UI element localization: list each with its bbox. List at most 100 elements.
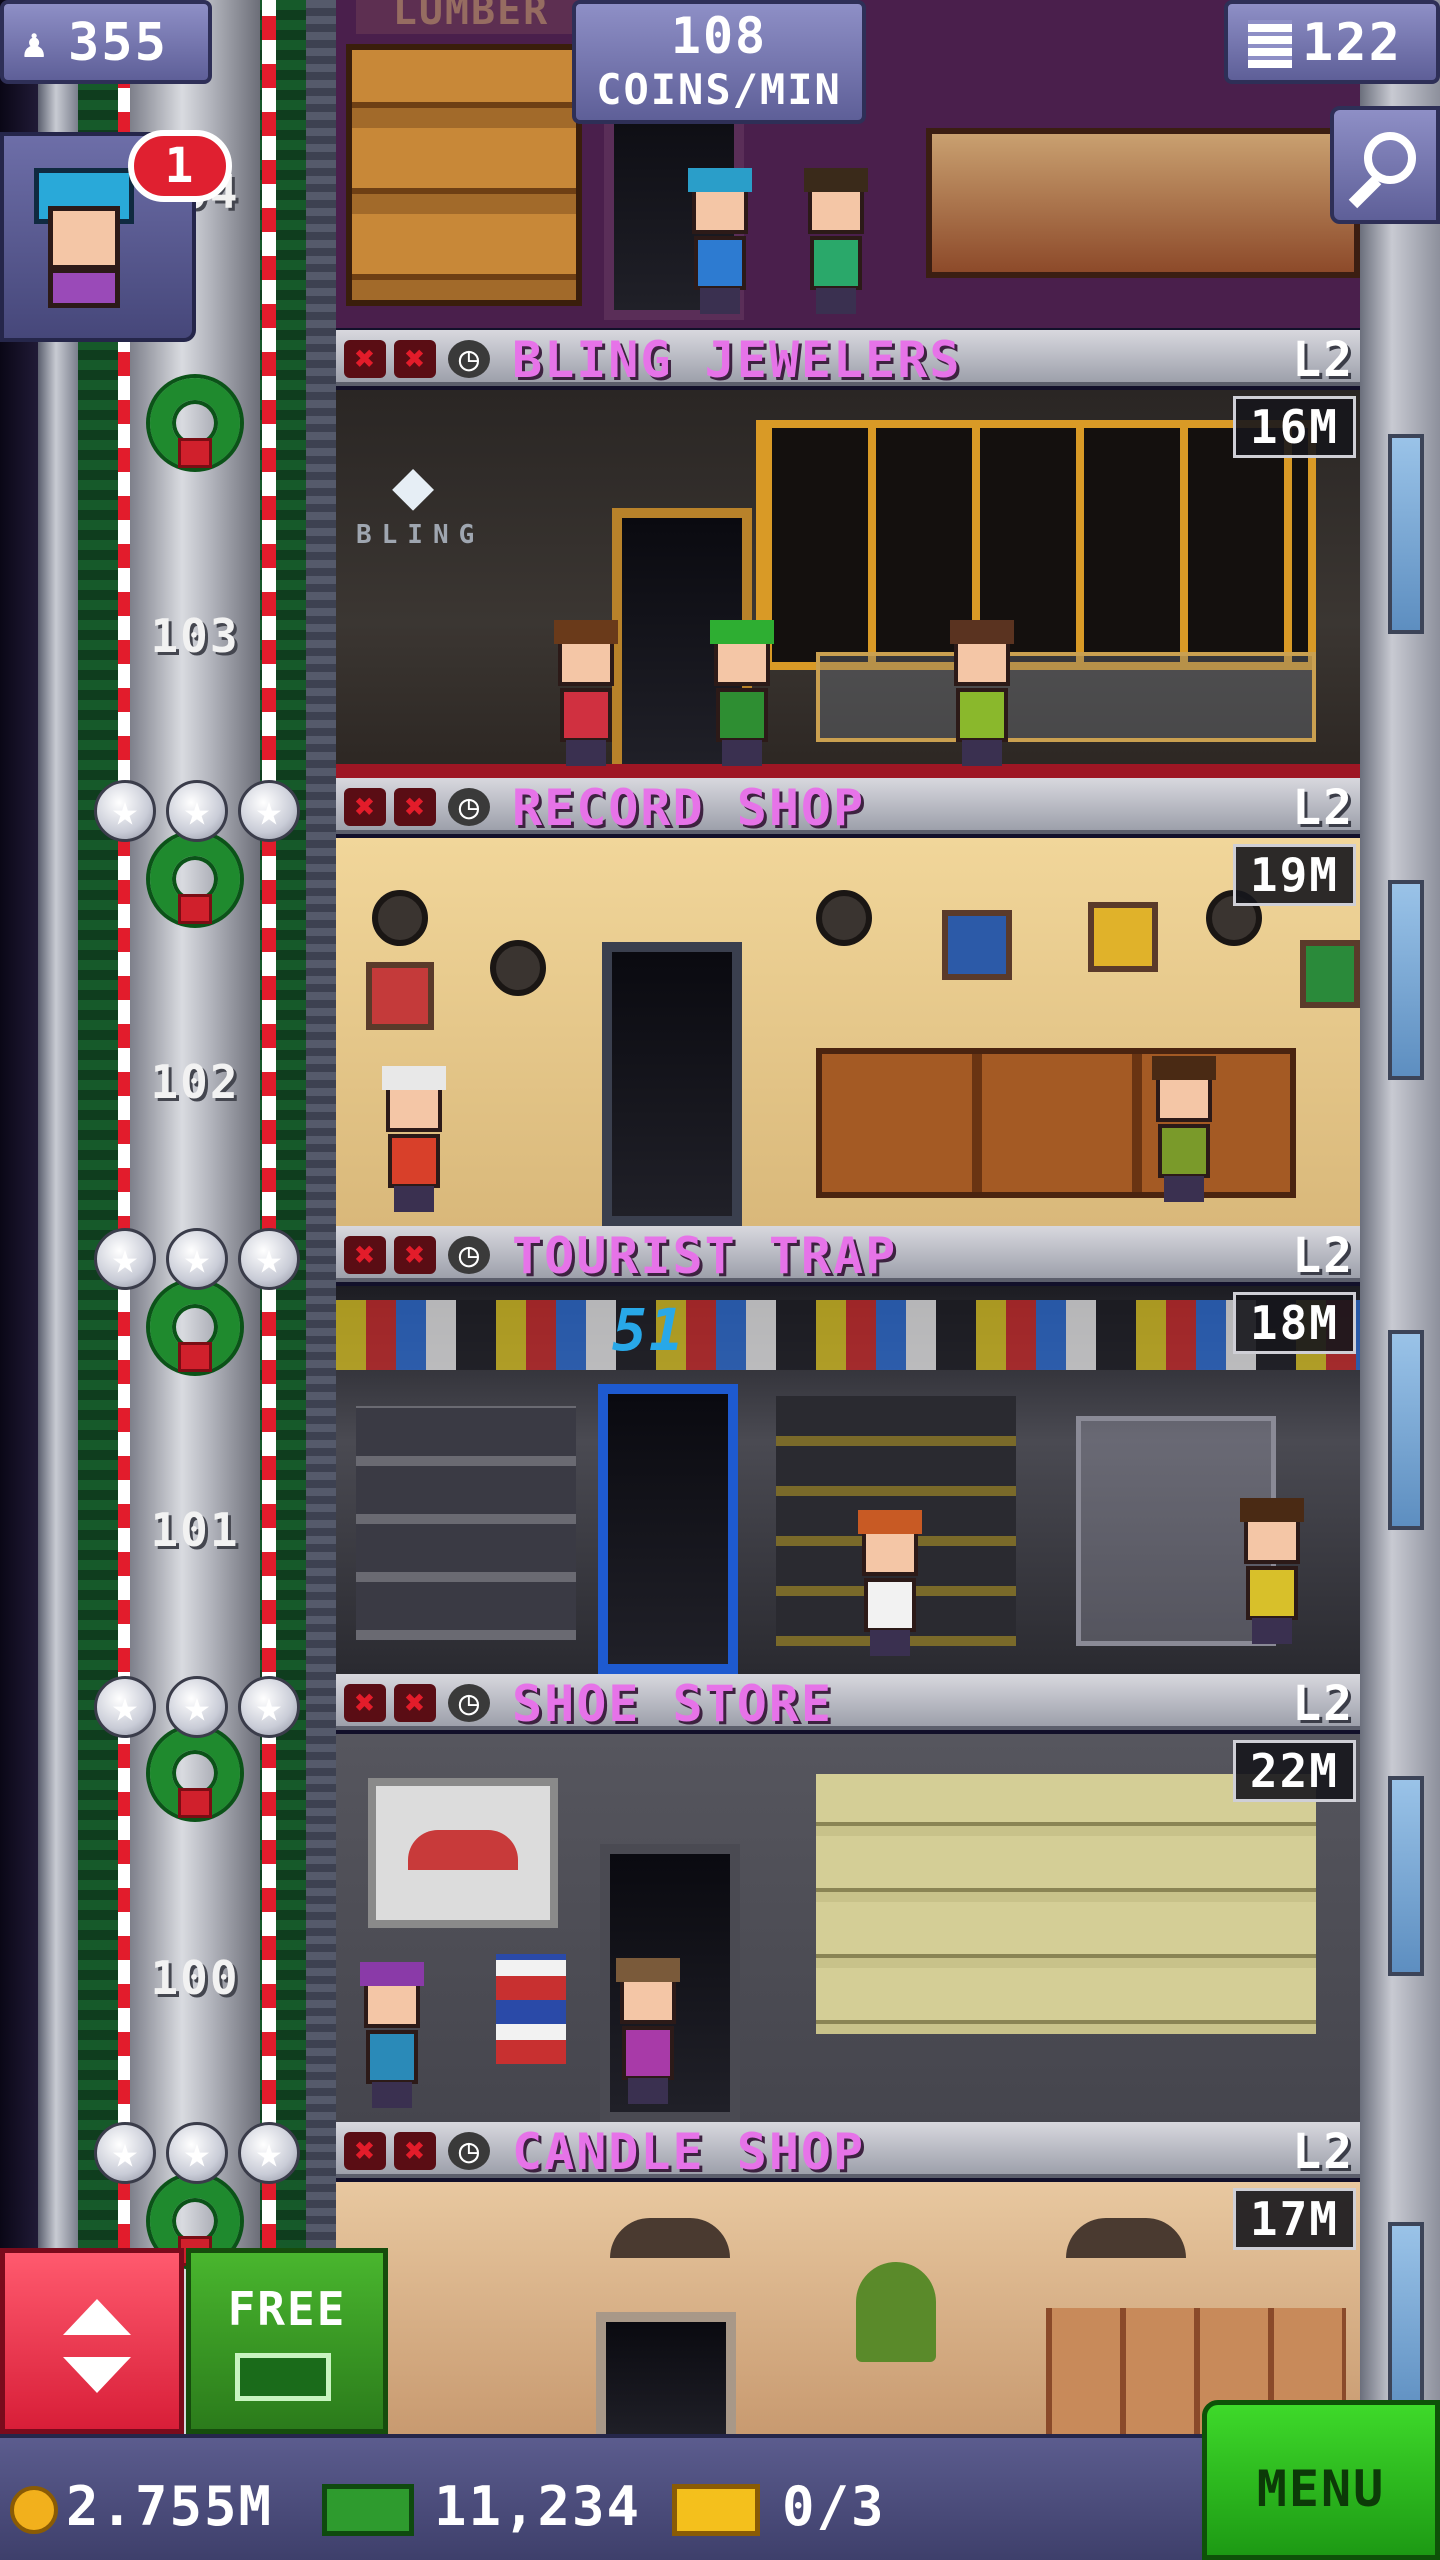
- bitizen[interactable]: [800, 168, 870, 316]
- building-window: [1388, 434, 1424, 634]
- person-icon: ♟: [22, 21, 47, 67]
- bitizen[interactable]: [550, 620, 620, 768]
- shoe-wall: [816, 1774, 1316, 2034]
- floor-level: L2: [1292, 332, 1354, 388]
- bitizen[interactable]: [356, 1962, 426, 2110]
- elevator-shaft[interactable]: 104 103 102 101 100 ★★★ ★★★ ★★★ ★★★: [0, 0, 336, 2560]
- room-interior: [336, 1734, 1360, 2122]
- x-icon: ✖: [394, 2132, 436, 2170]
- floor-stars: ★ ★ ★: [94, 1228, 300, 1294]
- glass-counter: [816, 652, 1316, 742]
- elevator-button[interactable]: [0, 2248, 184, 2434]
- floor-stars: ★ ★ ★: [94, 780, 300, 846]
- floor-level: L2: [1292, 780, 1354, 836]
- floor-name: RECORD SHOP: [512, 779, 866, 837]
- store-sign: 51: [612, 1296, 686, 1364]
- x-icon: ✖: [344, 1684, 386, 1722]
- building-window: [1388, 2222, 1424, 2422]
- clock-icon: ◷: [448, 340, 490, 378]
- album-poster: [366, 962, 434, 1030]
- free-bux-button[interactable]: FREE: [186, 2248, 388, 2434]
- population-value: 355: [68, 13, 168, 73]
- tool-counter: [926, 128, 1360, 278]
- bux-value: 11,234: [434, 2475, 642, 2538]
- floor-name: TOURIST TRAP: [512, 1227, 898, 1285]
- floor-number-103: 103: [150, 609, 240, 663]
- floor-number-101: 101: [150, 1503, 240, 1557]
- diamond-icon: ◆: [392, 443, 435, 525]
- red-carpet: [336, 764, 1360, 778]
- floor-shoe-store[interactable]: ✖ ✖ ◷ SHOE STORE L2 22M: [336, 1674, 1360, 2122]
- floor-tourist-trap[interactable]: ✖ ✖ ◷ TOURIST TRAP L2 51 18M: [336, 1226, 1360, 1674]
- floor-header[interactable]: ✖ ✖ ◷ RECORD SHOP L2: [336, 778, 1360, 834]
- bitizen[interactable]: [378, 1066, 448, 1214]
- down-arrow-icon: [63, 2357, 131, 2393]
- star-icon: ★: [238, 2122, 300, 2184]
- lumber-shelves: [346, 44, 582, 306]
- shaft-rail: [306, 0, 336, 2560]
- coins-per-min-display: 108 COINS/MIN: [572, 0, 866, 124]
- room-sign: LUMBER: [356, 0, 586, 34]
- vinyl-record: [372, 890, 428, 946]
- building-icon: [1248, 20, 1292, 68]
- floors-value: 122: [1302, 13, 1402, 73]
- bitizen-notification-button[interactable]: 1: [0, 130, 232, 342]
- building-pillar: [38, 0, 78, 2560]
- floor-bling-jewelers[interactable]: ✖ ✖ ◷ BLING JEWELERS L2 ◆ BLING 16M: [336, 330, 1360, 778]
- bitizen[interactable]: [1236, 1498, 1306, 1646]
- star-icon: ★: [94, 1676, 156, 1738]
- store-sign: BLING: [356, 520, 485, 550]
- vip-ticket-icon: [672, 2484, 760, 2536]
- album-poster: [1300, 940, 1360, 1008]
- notification-badge: 1: [128, 130, 232, 202]
- bux-icon: [235, 2353, 331, 2401]
- floor-header[interactable]: ✖ ✖ ◷ BLING JEWELERS L2: [336, 330, 1360, 386]
- floor-number-100: 100: [150, 1951, 240, 2005]
- bitizen[interactable]: [684, 168, 754, 316]
- bitizen[interactable]: [612, 1958, 682, 2106]
- bitizen[interactable]: [1148, 1056, 1218, 1204]
- floor-name: BLING JEWELERS: [512, 331, 962, 389]
- floor-stars: ★ ★ ★: [94, 2122, 300, 2188]
- room-interior: 51: [336, 1286, 1360, 1674]
- vinyl-record: [816, 890, 872, 946]
- coins-per-min-label: COINS/MIN: [596, 65, 842, 114]
- up-arrow-icon: [63, 2299, 131, 2335]
- room-interior: [336, 838, 1360, 1226]
- floor-header[interactable]: ✖ ✖ ◷ TOURIST TRAP L2: [336, 1226, 1360, 1282]
- coins-per-min-value: 108: [670, 7, 768, 65]
- population-counter[interactable]: ♟ 355: [0, 0, 212, 84]
- x-icon: ✖: [344, 1236, 386, 1274]
- star-icon: ★: [238, 1228, 300, 1290]
- record-crates: [816, 1048, 1296, 1198]
- floor-header[interactable]: ✖ ✖ ◷ SHOE STORE L2: [336, 1674, 1360, 1730]
- bitizen[interactable]: [854, 1510, 924, 1658]
- search-button[interactable]: [1330, 106, 1440, 224]
- clock-icon: ◷: [448, 1684, 490, 1722]
- vip-value: 0/3: [782, 2475, 886, 2538]
- room-door: [602, 942, 742, 1226]
- x-icon: ✖: [394, 1236, 436, 1274]
- vinyl-record: [490, 940, 546, 996]
- ceiling-lamp: [1066, 2218, 1186, 2258]
- floor-revenue: 22M: [1232, 1740, 1356, 1802]
- floor-revenue: 16M: [1232, 396, 1356, 458]
- floors-counter[interactable]: 122: [1224, 0, 1440, 84]
- star-icon: ★: [166, 1676, 228, 1738]
- building-window: [1388, 880, 1424, 1080]
- menu-button[interactable]: MENU: [1202, 2400, 1440, 2560]
- floor-record-shop[interactable]: ✖ ✖ ◷ RECORD SHOP L2 19M: [336, 778, 1360, 1226]
- x-icon: ✖: [394, 788, 436, 826]
- bitizen[interactable]: [706, 620, 776, 768]
- bitizen[interactable]: [946, 620, 1016, 768]
- coins-value: 2.755M: [66, 2475, 274, 2538]
- building-edge: [1360, 0, 1440, 2450]
- floor-level: L2: [1292, 1228, 1354, 1284]
- star-icon: ★: [166, 780, 228, 842]
- floor-header[interactable]: ✖ ✖ ◷ CANDLE SHOP L2: [336, 2122, 1360, 2178]
- x-icon: ✖: [394, 340, 436, 378]
- x-icon: ✖: [344, 2132, 386, 2170]
- floor-level: L2: [1292, 1676, 1354, 1732]
- magnifier-handle: [1348, 175, 1382, 209]
- star-icon: ★: [238, 780, 300, 842]
